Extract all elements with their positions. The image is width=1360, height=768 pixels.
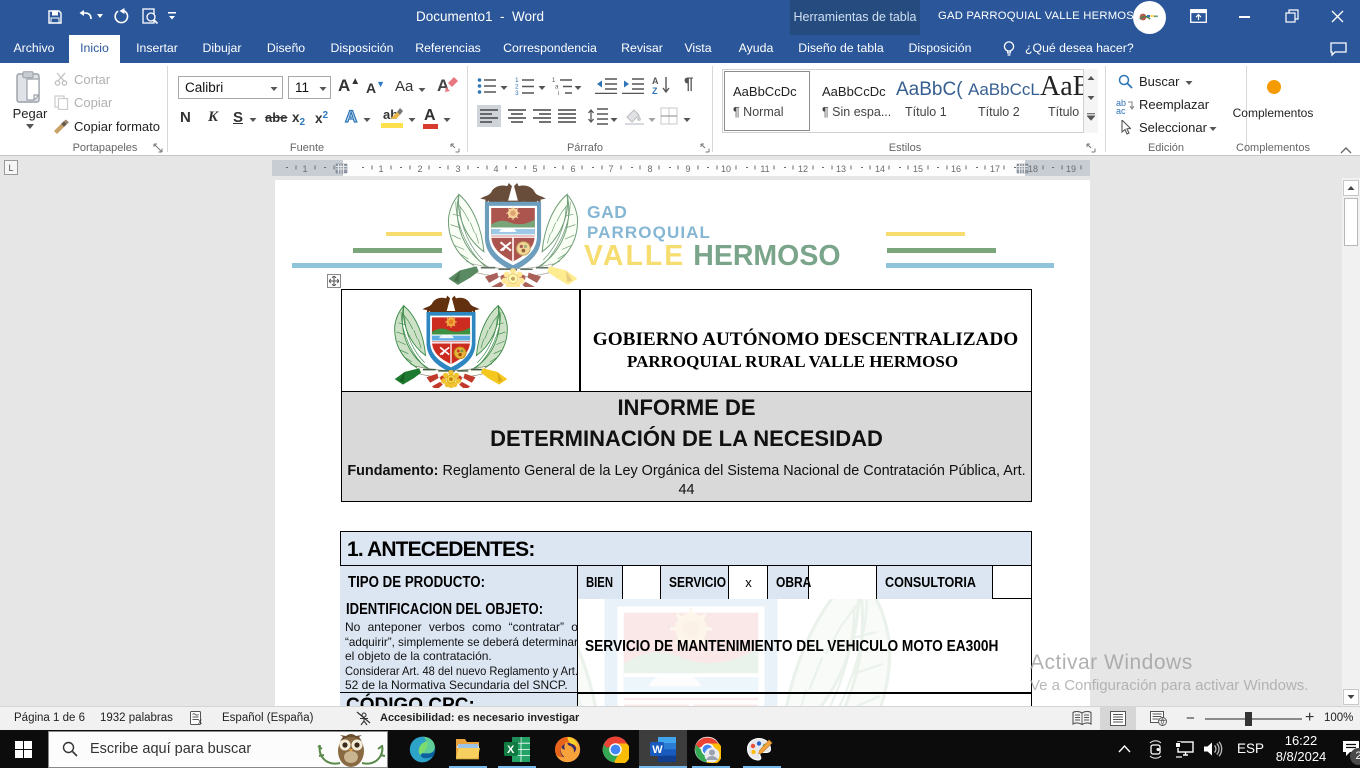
svg-text:12: 12 — [798, 164, 808, 174]
svg-text:4: 4 — [493, 164, 498, 174]
svg-text:Z: Z — [652, 86, 658, 95]
svg-text:7: 7 — [608, 164, 613, 174]
svg-text:5: 5 — [532, 164, 537, 174]
svg-text:11: 11 — [760, 164, 769, 174]
svg-text:1: 1 — [378, 164, 383, 174]
svg-text:x: x — [198, 717, 202, 725]
svg-text:18: 18 — [1028, 164, 1038, 174]
svg-text:10: 10 — [721, 164, 731, 174]
svg-text:A: A — [652, 76, 659, 86]
svg-text:3: 3 — [455, 164, 460, 174]
svg-text:9: 9 — [685, 164, 690, 174]
svg-text:a: a — [555, 85, 559, 91]
svg-text:1: 1 — [302, 164, 307, 174]
svg-text:3: 3 — [515, 90, 519, 95]
svg-text:17: 17 — [990, 164, 1000, 174]
svg-text:ac: ac — [1116, 106, 1126, 114]
svg-text:X: X — [507, 744, 515, 756]
svg-text:19: 19 — [1066, 164, 1076, 174]
svg-text:8: 8 — [647, 164, 652, 174]
svg-text:15: 15 — [913, 164, 923, 174]
svg-text:16: 16 — [951, 164, 961, 174]
svg-text:1: 1 — [552, 78, 556, 84]
svg-text:2: 2 — [417, 164, 422, 174]
svg-text:A: A — [437, 76, 449, 95]
svg-text:6: 6 — [570, 164, 575, 174]
svg-text:14: 14 — [875, 164, 885, 174]
svg-text:W: W — [652, 744, 663, 756]
svg-text:13: 13 — [836, 164, 846, 174]
svg-text:i: i — [558, 91, 559, 95]
